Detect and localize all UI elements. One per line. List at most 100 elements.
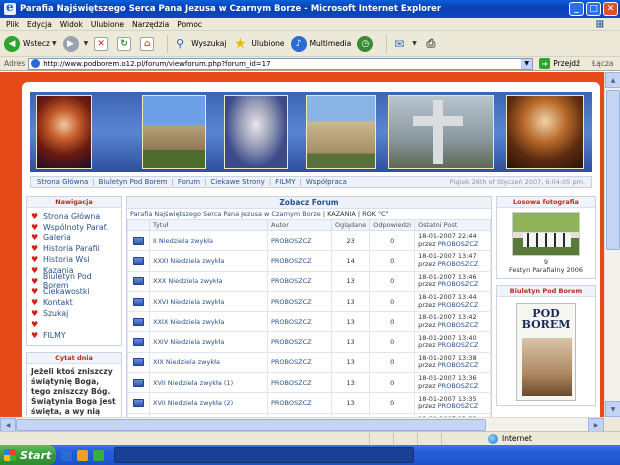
bulletin-cover-image[interactable]: POD BOREM <box>516 303 576 401</box>
topic-author[interactable]: PROBOSZCZ <box>267 392 332 414</box>
topic-author[interactable]: PROBOSZCZ <box>267 270 332 292</box>
media-icon: ♪ <box>290 35 307 52</box>
last-post-author[interactable]: PROBOSZCZ <box>438 321 479 329</box>
menu-edit[interactable]: Edycja <box>27 20 52 29</box>
topic-title[interactable]: XIX Niedziela zwykła <box>149 351 268 374</box>
hscroll-thumb[interactable] <box>16 419 486 431</box>
nav-item-empty[interactable]: ♥ <box>31 319 119 330</box>
topic-author[interactable]: PROBOSZCZ <box>267 311 332 333</box>
site-nav-cooperation[interactable]: Współpraca <box>306 178 347 186</box>
taskbar-window-button[interactable] <box>114 447 414 463</box>
last-post-author[interactable]: PROBOSZCZ <box>438 382 479 390</box>
scroll-down-button[interactable]: ▼ <box>605 401 620 417</box>
forward-arrow-icon: ▶ <box>62 35 79 52</box>
random-photo-box: Losowa fotografia 9 Festyn Parafialny 20… <box>496 196 596 279</box>
by-prefix: przez <box>418 361 438 370</box>
topic-folder-icon <box>133 297 144 306</box>
toolbar-separator <box>167 34 169 53</box>
topic-title[interactable]: XVII Niedziela zwykła (2) <box>149 392 268 414</box>
menu-favorites[interactable]: Ulubione <box>91 20 124 29</box>
topic-views: 13 <box>330 290 371 313</box>
mail-button[interactable]: ✉ ▼ <box>391 36 417 52</box>
scroll-left-button[interactable]: ◀ <box>0 418 16 432</box>
start-button[interactable]: Start <box>0 445 56 465</box>
search-button[interactable]: ⚲ Wyszukaj <box>172 36 226 52</box>
topic-folder-icon <box>133 277 144 286</box>
back-button[interactable]: ◀ Wstecz ▼ <box>4 35 57 52</box>
quicklaunch-ie-icon[interactable] <box>61 449 72 461</box>
topic-title[interactable]: XXX Niedziela zwykła <box>149 270 268 292</box>
address-input[interactable]: http://www.podborem.o12.pl/forum/viewfor… <box>28 57 534 70</box>
nav-item-contact[interactable]: ♥ Kontakt <box>31 297 119 308</box>
topic-icon-cell <box>127 372 150 394</box>
random-photo-image[interactable] <box>512 212 580 256</box>
menu-view[interactable]: Widok <box>60 20 83 29</box>
horizontal-scrollbar[interactable]: ◀ ▶ <box>0 417 604 432</box>
nav-item-films[interactable]: ♥ FILMY <box>31 330 119 341</box>
topic-title[interactable]: XXXI Niedziela zwykła <box>149 250 268 272</box>
scroll-thumb[interactable] <box>606 90 620 250</box>
last-post-author[interactable]: PROBOSZCZ <box>438 280 479 288</box>
site-nav-home[interactable]: Strona Główna <box>37 178 88 186</box>
scroll-right-button[interactable]: ▶ <box>588 418 604 432</box>
address-dropdown-button[interactable]: ▼ <box>521 58 533 69</box>
media-button[interactable]: ♪ Multimedia <box>290 35 351 52</box>
topic-author[interactable]: PROBOSZCZ <box>267 290 332 313</box>
site-nav-links[interactable]: Ciekawe Strony <box>210 178 264 186</box>
quicklaunch-desktop-icon[interactable] <box>93 449 104 461</box>
nav-item-home[interactable]: ♥ Strona Główna <box>31 211 119 222</box>
last-post-author[interactable]: PROBOSZCZ <box>438 341 479 349</box>
topic-author[interactable]: PROBOSZCZ <box>267 351 332 374</box>
go-button[interactable]: ➜ Przejdź <box>539 58 580 69</box>
nav-item-communities[interactable]: ♥ Wspólnoty Paraf. <box>31 222 119 233</box>
nav-item-search[interactable]: ♥ Szukaj <box>31 308 119 319</box>
topic-title[interactable]: II Niedziela zwykła <box>149 229 268 252</box>
print-button[interactable]: ⎙ <box>423 36 442 52</box>
last-post-author[interactable]: PROBOSZCZ <box>438 402 479 410</box>
by-prefix: przez <box>418 341 438 350</box>
home-button[interactable]: ⌂ <box>140 36 157 51</box>
menu-tools[interactable]: Narzędzia <box>132 20 169 29</box>
nav-item-parish-history[interactable]: ♥ Historia Parafii <box>31 243 119 254</box>
site-nav-films[interactable]: FILMY <box>275 178 295 186</box>
col-last-post: Ostatni Post <box>414 219 491 231</box>
nav-item-village-history[interactable]: ♥ Historia Wsi <box>31 254 119 265</box>
topic-author[interactable]: PROBOSZCZ <box>267 372 332 394</box>
menu-help[interactable]: Pomoc <box>177 20 202 29</box>
maximize-button[interactable]: □ <box>586 2 601 16</box>
window-titlebar[interactable]: Parafia Najświętszego Serca Pana Jezusa … <box>0 0 620 18</box>
quicklaunch-media-icon[interactable] <box>77 449 88 461</box>
topic-title[interactable]: XXVI Niedziela zwykła <box>149 290 268 313</box>
topic-author[interactable]: PROBOSZCZ <box>267 331 332 353</box>
topic-folder-icon <box>133 256 144 265</box>
topic-title[interactable]: XVII Niedziela zwykła (1) <box>149 372 268 394</box>
links-button[interactable]: Łącza <box>592 59 613 68</box>
topic-author[interactable]: PROBOSZCZ <box>267 250 332 272</box>
last-post-author[interactable]: PROBOSZCZ <box>438 240 479 248</box>
nav-item-bulletin[interactable]: ♥ Biuletyn Pod Borem <box>31 272 119 290</box>
close-button[interactable]: ✕ <box>603 2 618 16</box>
go-arrow-icon: ➜ <box>539 58 551 69</box>
minimize-button[interactable]: _ <box>569 2 584 16</box>
status-bar: Internet <box>0 431 620 445</box>
stop-button[interactable]: ✕ <box>94 36 111 51</box>
forward-button[interactable]: ▶ ▼ <box>62 35 88 52</box>
last-post-author[interactable]: PROBOSZCZ <box>438 361 479 370</box>
site-nav-forum[interactable]: Forum <box>178 178 200 186</box>
vertical-scrollbar[interactable]: ▲ ▼ <box>604 72 620 417</box>
history-button[interactable]: ◷ <box>357 35 376 52</box>
favorites-button[interactable]: ★ Ulubione <box>232 36 284 52</box>
menu-file[interactable]: Plik <box>6 20 19 29</box>
site-nav-bulletin[interactable]: Biuletyn Pod Borem <box>99 178 168 186</box>
quote-box: Cytat dnia Jeżeli ktoś zniszczy świątyni… <box>26 351 122 417</box>
nav-item-gallery[interactable]: ♥ Galeria <box>31 233 119 244</box>
ie-icon <box>4 0 16 15</box>
scroll-up-button[interactable]: ▲ <box>605 72 620 88</box>
topic-title[interactable]: XXIX Niedziela zwykła <box>149 311 268 333</box>
topic-author[interactable]: PROBOSZCZ <box>267 229 332 252</box>
last-post-author[interactable]: PROBOSZCZ <box>438 260 479 268</box>
refresh-button[interactable]: ↻ <box>117 36 134 51</box>
breadcrumb-parish-link[interactable]: Parafia Najświętszego Serca Pana Jezusa … <box>130 210 321 218</box>
topic-title[interactable]: XXIV Niedziela zwykła <box>149 331 268 353</box>
last-post-author[interactable]: PROBOSZCZ <box>438 301 479 309</box>
